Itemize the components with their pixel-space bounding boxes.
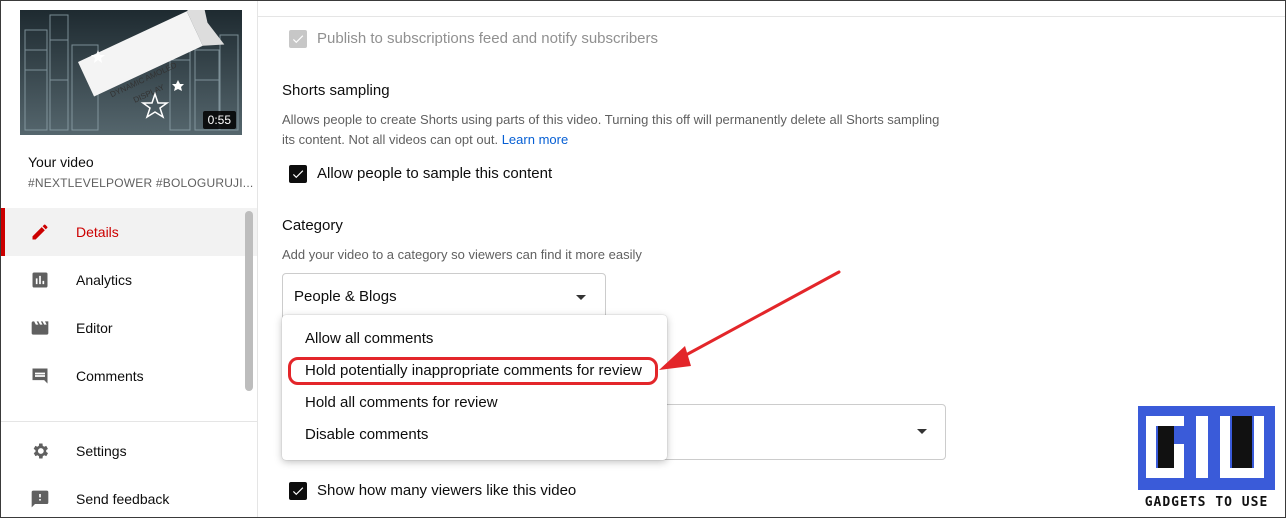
sidebar-scrollbar[interactable] <box>245 211 253 391</box>
sidebar: DYNAMIC AMOLED DISPLAY 0:55 Your video #… <box>1 1 258 517</box>
annotation-arrow-icon <box>659 270 841 370</box>
dropdown-option-allow-all[interactable]: Allow all comments <box>305 330 433 347</box>
sidebar-item-label: Editor <box>76 320 113 336</box>
dropdown-option-disable[interactable]: Disable comments <box>305 426 428 443</box>
publish-checkbox[interactable] <box>289 30 307 48</box>
top-divider <box>258 16 1285 17</box>
publish-checkbox-label: Publish to subscriptions feed and notify… <box>317 30 659 47</box>
sidebar-item-editor[interactable]: Editor <box>1 304 257 352</box>
category-selected-value: People & Blogs <box>294 288 397 305</box>
chevron-down-icon <box>917 429 927 434</box>
sidebar-divider <box>1 421 257 422</box>
sidebar-item-label: Analytics <box>76 272 133 288</box>
sidebar-item-analytics[interactable]: Analytics <box>1 256 257 304</box>
feedback-icon <box>29 488 51 510</box>
shorts-sampling-description: Allows people to create Shorts using par… <box>282 110 952 150</box>
clapperboard-icon <box>29 317 51 339</box>
studio-window: DYNAMIC AMOLED DISPLAY 0:55 Your video #… <box>0 0 1286 518</box>
comment-icon <box>29 365 51 387</box>
watermark-text: GADGETS TO USE <box>1144 495 1269 510</box>
pencil-icon <box>29 221 51 243</box>
video-duration: 0:55 <box>202 111 236 129</box>
gtu-logo-icon <box>1138 406 1275 490</box>
show-likes-label: Show how many viewers like this video <box>317 482 577 499</box>
watermark-logo: GADGETS TO USE <box>1134 404 1279 510</box>
gear-icon <box>29 440 51 462</box>
comments-dropdown-menu: Allow all comments Hold potentially inap… <box>282 315 667 460</box>
highlight-outline <box>288 357 658 385</box>
sidebar-item-label: Send feedback <box>76 491 170 507</box>
analytics-icon <box>29 269 51 291</box>
dropdown-option-hold-all[interactable]: Hold all comments for review <box>305 394 498 411</box>
sidebar-item-send-feedback[interactable]: Send feedback <box>1 479 257 517</box>
sidebar-item-label: Settings <box>76 443 127 459</box>
learn-more-link[interactable]: Learn more <box>502 132 568 147</box>
sidebar-item-label: Details <box>76 224 119 240</box>
video-thumbnail[interactable]: DYNAMIC AMOLED DISPLAY 0:55 <box>20 10 242 135</box>
category-description: Add your video to a category so viewers … <box>282 247 642 262</box>
show-likes-checkbox[interactable] <box>289 482 307 500</box>
your-video-label: Your video <box>28 154 94 170</box>
category-title: Category <box>282 217 343 234</box>
chevron-down-icon <box>576 295 586 300</box>
video-title: #NEXTLEVELPOWER #BOLOGURUJI... <box>28 176 254 190</box>
shorts-sampling-title: Shorts sampling <box>282 82 390 99</box>
sidebar-item-label: Comments <box>76 368 144 384</box>
allow-sampling-checkbox[interactable] <box>289 165 307 183</box>
sidebar-item-details[interactable]: Details <box>1 208 257 256</box>
category-select[interactable]: People & Blogs <box>282 273 606 321</box>
shorts-description-text: Allows people to create Shorts using par… <box>282 112 940 147</box>
sidebar-item-settings[interactable]: Settings <box>1 431 257 471</box>
sidebar-item-comments[interactable]: Comments <box>1 352 257 400</box>
allow-sampling-label: Allow people to sample this content <box>317 165 553 182</box>
sidebar-nav: Details Analytics Editor Comments <box>1 208 257 400</box>
